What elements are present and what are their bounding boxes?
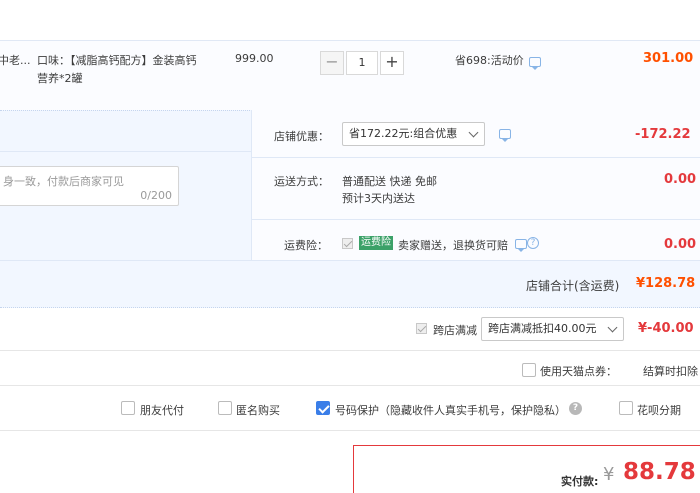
tmall-points-settle-text: 结算时扣除	[643, 365, 698, 378]
cross-store-select[interactable]: 跨店满减抵扣40.00元	[481, 317, 624, 341]
huabei-checkbox[interactable]	[619, 401, 633, 415]
promo-text: 省698:活动价	[455, 54, 524, 67]
shipping-eta: 预计3天内送达	[342, 192, 415, 205]
message-placeholder: 身一致，付款后商家可见	[3, 175, 124, 188]
payment-currency: ¥	[603, 464, 615, 485]
seller-message-input[interactable]: 身一致，付款后商家可见 0/200	[0, 166, 179, 206]
divider	[251, 157, 700, 158]
quantity-input[interactable]: 1	[346, 51, 378, 75]
cross-store-label: 跨店满减	[433, 324, 477, 337]
quantity-increase-button[interactable]: +	[380, 51, 404, 75]
anonymous-label[interactable]: 匿名购买	[236, 402, 280, 418]
friend-pay-label[interactable]: 朋友代付	[140, 402, 184, 418]
tmall-points-label: 使用天猫点券：	[540, 365, 617, 378]
divider	[0, 385, 700, 386]
shop-total-amount: ¥128.78	[636, 276, 696, 291]
product-flavor-line1: 口味：【减脂高钙配方】金装高钙	[37, 54, 197, 67]
shop-discount-label: 店铺优惠：	[274, 130, 329, 143]
divider	[0, 260, 700, 261]
insurance-amount: 0.00	[664, 237, 697, 252]
divider	[251, 110, 252, 260]
cross-store-amount: ¥-40.00	[638, 321, 694, 336]
shop-discount-value: 省172.22元:组合优惠	[349, 127, 458, 140]
insurance-tag: 运费险	[359, 236, 393, 250]
shipping-label: 运送方式：	[274, 175, 329, 188]
chat-icon[interactable]	[499, 129, 511, 142]
help-icon[interactable]: ?	[527, 237, 539, 249]
message-char-count: 0/200	[140, 189, 172, 202]
tmall-points-checkbox[interactable]	[522, 363, 536, 377]
huabei-label[interactable]: 花呗分期	[637, 402, 681, 418]
unit-price: 999.00	[235, 52, 274, 65]
product-flavor-line2: 营养*2罐	[37, 72, 83, 85]
chevron-down-icon	[468, 127, 479, 138]
shipping-amount: 0.00	[664, 172, 697, 187]
product-flavor: 口味：【减脂高钙配方】金装高钙 营养*2罐	[37, 52, 197, 88]
shop-discount-select[interactable]: 省172.22元:组合优惠	[342, 122, 485, 146]
number-protect-label[interactable]: 号码保护（隐藏收件人真实手机号，保护隐私）	[335, 402, 566, 418]
insurance-checkbox	[342, 238, 353, 249]
chat-icon[interactable]	[529, 57, 541, 70]
friend-pay-checkbox[interactable]	[121, 401, 135, 415]
chevron-down-icon	[607, 322, 618, 333]
payment-label: 实付款:	[561, 475, 599, 488]
divider	[0, 430, 700, 431]
shipping-method: 普通配送 快递 免邮	[342, 175, 437, 188]
shop-total-label: 店铺合计(含运费)	[526, 279, 620, 293]
payment-amount: 88.78	[623, 459, 696, 485]
cross-store-checkbox	[416, 323, 427, 334]
divider	[0, 350, 700, 351]
anonymous-checkbox[interactable]	[218, 401, 232, 415]
insurance-text: 卖家赠送，退换货可赔	[398, 239, 508, 252]
chat-icon[interactable]	[515, 239, 527, 252]
cross-store-value: 跨店满减抵扣40.00元	[488, 322, 597, 335]
insurance-label: 运费险：	[284, 239, 328, 252]
product-name[interactable]: 中老...	[0, 52, 31, 68]
divider	[251, 219, 700, 220]
divider	[0, 151, 251, 152]
quantity-decrease-button[interactable]: −	[320, 51, 344, 75]
number-protect-checkbox[interactable]	[316, 401, 330, 415]
help-icon[interactable]: ?	[569, 402, 582, 415]
shop-discount-amount: -172.22	[635, 127, 691, 142]
product-subtotal: 301.00	[643, 51, 694, 66]
